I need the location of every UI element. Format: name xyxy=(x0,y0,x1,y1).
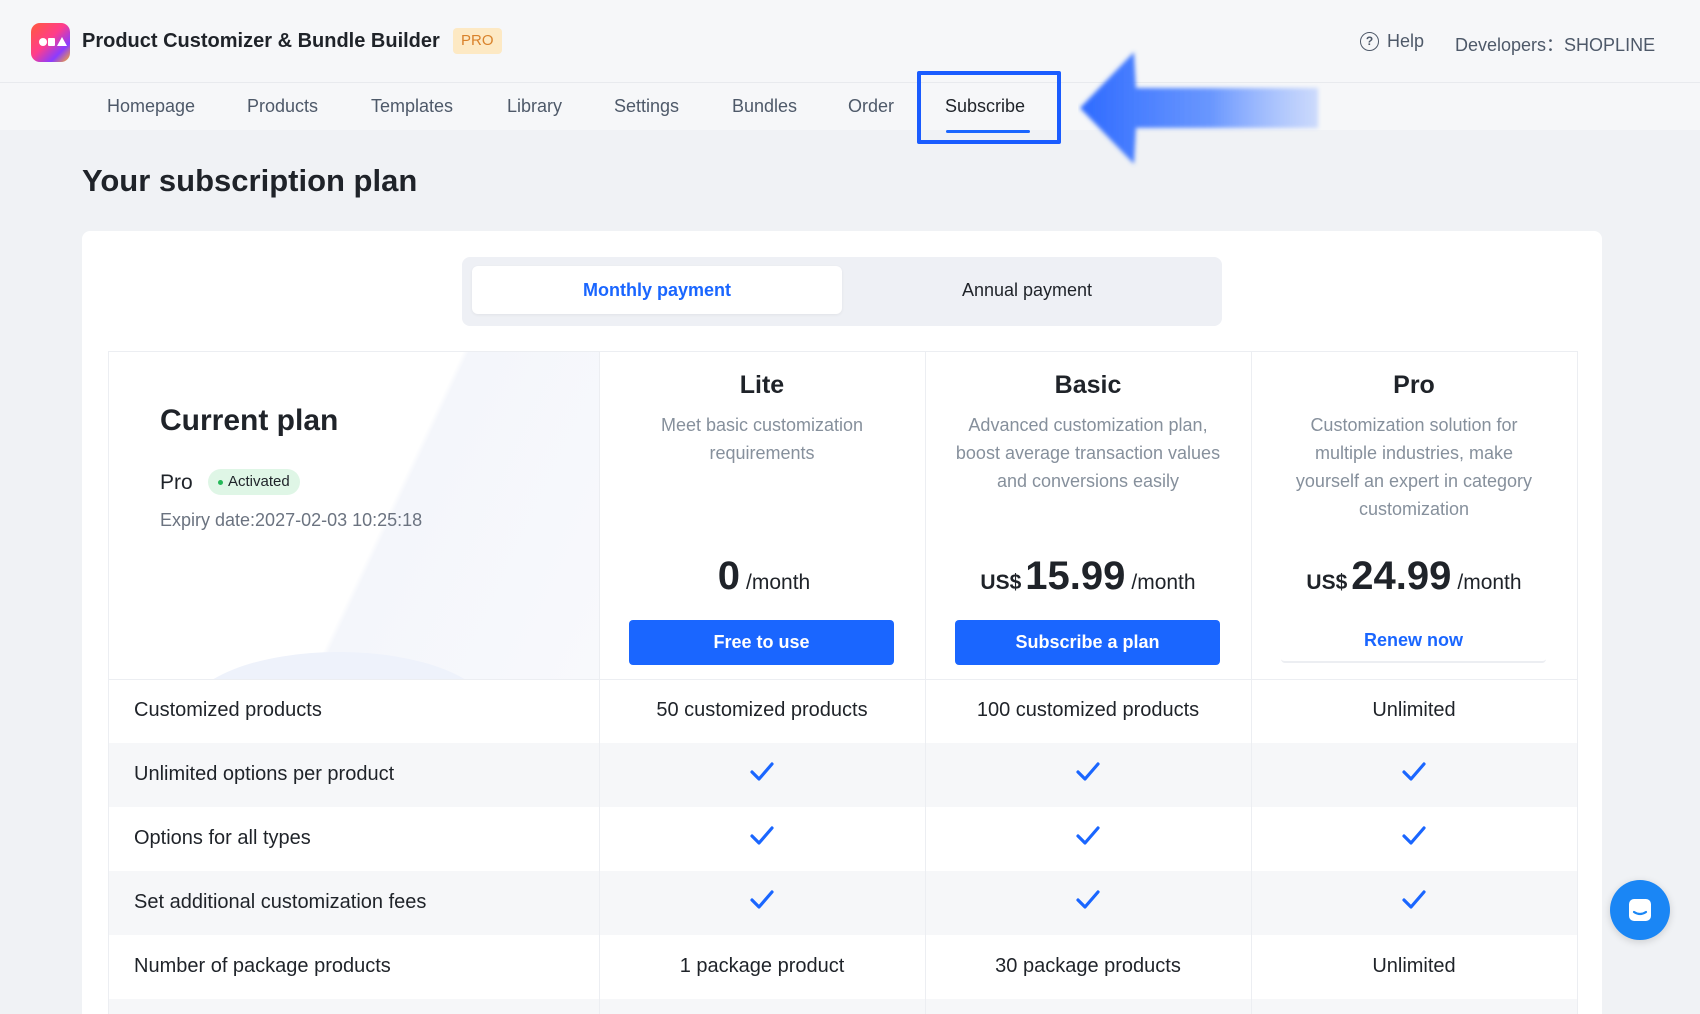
feature-label: Number of package products xyxy=(134,955,391,977)
check-icon xyxy=(599,761,925,789)
tab-homepage[interactable]: Homepage xyxy=(107,96,195,117)
chat-icon xyxy=(1629,899,1651,921)
current-plan-cell: Current plan Pro Activated Expiry date:2… xyxy=(109,352,599,679)
feature-value: 50 customized products xyxy=(656,699,868,721)
check-icon xyxy=(925,889,1251,917)
plan-price: US$ 24.99/month xyxy=(1306,554,1522,598)
question-circle-icon: ? xyxy=(1360,32,1379,51)
tab-library[interactable]: Library xyxy=(507,96,562,117)
check-icon xyxy=(1251,761,1577,789)
plan-name: Pro xyxy=(1393,371,1435,399)
app-header: Product Customizer & Bundle Builder PRO … xyxy=(0,0,1700,82)
plan-price: US$ 15.99/month xyxy=(980,554,1196,598)
check-icon xyxy=(599,825,925,853)
table-row: Customized products 50 customized produc… xyxy=(109,679,1577,743)
developer-info: Developers：SHOPLINE xyxy=(1455,35,1656,55)
plan-pro: Pro Customization solution for multiple … xyxy=(1251,352,1577,679)
table-row: Set additional customization fees xyxy=(109,871,1577,935)
tab-products[interactable]: Products xyxy=(247,96,318,117)
table-row: Unlimited options per product xyxy=(109,743,1577,807)
main-nav: Homepage Products Templates Library Sett… xyxy=(0,82,1700,130)
plan-basic: Basic Advanced customization plan, boost… xyxy=(925,352,1251,679)
table-row xyxy=(109,999,1577,1014)
tab-templates[interactable]: Templates xyxy=(371,96,453,117)
feature-value: Unlimited xyxy=(1372,955,1456,977)
plan-comparison-table: Current plan Pro Activated Expiry date:2… xyxy=(108,351,1578,1014)
plan-name: Basic xyxy=(1054,371,1122,399)
plan-name: Lite xyxy=(739,371,785,399)
plan-description: Meet basic customization requirements xyxy=(660,415,864,463)
feature-label: Options for all types xyxy=(134,827,311,849)
table-row: Options for all types xyxy=(109,807,1577,871)
feature-value: Unlimited xyxy=(1372,699,1456,721)
tab-bundles[interactable]: Bundles xyxy=(732,96,797,117)
annual-payment-option[interactable]: Annual payment xyxy=(842,266,1212,314)
page-title: Your subscription plan xyxy=(82,163,418,198)
help-link[interactable]: ? Help xyxy=(1360,31,1424,52)
feature-label: Unlimited options per product xyxy=(134,763,395,785)
pointer-arrow-icon xyxy=(1080,52,1318,164)
tab-highlight-box xyxy=(917,71,1061,144)
current-plan-title: Current plan xyxy=(160,404,339,437)
check-icon xyxy=(925,825,1251,853)
current-plan-name: Pro xyxy=(160,471,193,494)
chat-launcher-button[interactable] xyxy=(1610,880,1670,940)
plan-lite: Lite Meet basic customization requiremen… xyxy=(599,352,925,679)
monthly-payment-option[interactable]: Monthly payment xyxy=(472,266,842,314)
pro-badge: PRO xyxy=(453,28,502,54)
status-badge: Activated xyxy=(208,469,300,495)
tab-settings[interactable]: Settings xyxy=(614,96,679,117)
free-to-use-button[interactable]: Free to use xyxy=(629,620,894,665)
feature-value: 100 customized products xyxy=(976,699,1200,721)
feature-value: 1 package product xyxy=(679,955,845,977)
feature-label: Customized products xyxy=(134,699,322,721)
billing-period-toggle: Monthly payment Annual payment xyxy=(462,257,1222,326)
plan-description: Customization solution for multiple indu… xyxy=(1295,415,1533,519)
feature-label: Set additional customization fees xyxy=(134,891,427,913)
check-icon xyxy=(1251,889,1577,917)
check-icon xyxy=(1251,825,1577,853)
check-icon xyxy=(925,761,1251,789)
renew-now-button[interactable]: Renew now xyxy=(1281,618,1546,663)
table-row: Number of package products 1 package pro… xyxy=(109,935,1577,999)
app-title: Product Customizer & Bundle Builder xyxy=(82,30,440,52)
app-logo xyxy=(31,23,70,62)
plan-price: 0/month xyxy=(717,554,811,598)
subscribe-plan-button[interactable]: Subscribe a plan xyxy=(955,620,1220,665)
check-icon xyxy=(599,889,925,917)
help-label: Help xyxy=(1387,31,1425,51)
plan-description: Advanced customization plan, boost avera… xyxy=(955,415,1221,491)
expiry-date: Expiry date:2027-02-03 10:25:18 xyxy=(160,510,423,530)
feature-value: 30 package products xyxy=(995,955,1181,977)
tab-order[interactable]: Order xyxy=(848,96,894,117)
